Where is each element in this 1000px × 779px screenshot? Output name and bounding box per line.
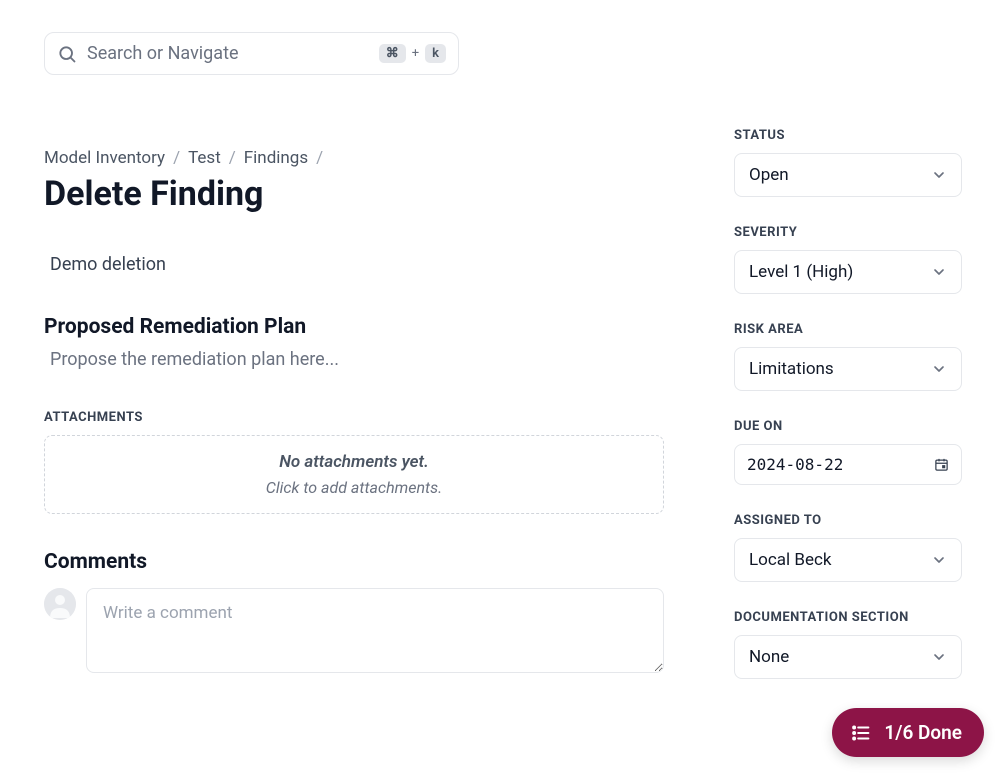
severity-value: Level 1 (High)	[749, 262, 853, 282]
due-on-value: 2024-08-22	[747, 455, 843, 474]
progress-text: 1/6 Done	[884, 721, 962, 744]
due-on-input[interactable]: 2024-08-22	[734, 444, 962, 485]
finding-description[interactable]: Demo deletion	[50, 254, 664, 275]
risk-area-value: Limitations	[749, 359, 834, 379]
chevron-down-icon	[931, 361, 947, 377]
search-placeholder: Search or Navigate	[87, 43, 369, 64]
documentation-section-select[interactable]: None	[734, 635, 962, 679]
attachments-dropzone[interactable]: No attachments yet. Click to add attachm…	[44, 435, 664, 514]
status-value: Open	[749, 165, 789, 185]
chevron-down-icon	[931, 264, 947, 280]
risk-area-label: RISK AREA	[734, 322, 962, 337]
breadcrumb-link[interactable]: Test	[188, 148, 221, 168]
progress-badge[interactable]: 1/6 Done	[832, 708, 984, 757]
status-select[interactable]: Open	[734, 153, 962, 197]
assigned-to-value: Local Beck	[749, 550, 831, 570]
calendar-icon	[934, 457, 949, 472]
assigned-to-label: ASSIGNED TO	[734, 513, 962, 528]
avatar	[44, 588, 76, 620]
list-icon	[850, 722, 872, 744]
breadcrumb-link[interactable]: Findings	[244, 148, 308, 168]
page-title: Delete Finding	[44, 174, 664, 214]
attachments-label: ATTACHMENTS	[44, 410, 664, 425]
chevron-down-icon	[931, 167, 947, 183]
remediation-input[interactable]: Propose the remediation plan here...	[50, 349, 664, 370]
remediation-heading: Proposed Remediation Plan	[44, 315, 664, 339]
due-on-label: DUE ON	[734, 419, 962, 434]
comment-textarea[interactable]	[86, 588, 664, 673]
breadcrumb: Model Inventory / Test / Findings /	[44, 148, 664, 168]
breadcrumb-link[interactable]: Model Inventory	[44, 148, 165, 168]
attachments-hint: Click to add attachments.	[57, 478, 651, 497]
risk-area-select[interactable]: Limitations	[734, 347, 962, 391]
assigned-to-select[interactable]: Local Beck	[734, 538, 962, 582]
severity-select[interactable]: Level 1 (High)	[734, 250, 962, 294]
attachments-empty-text: No attachments yet.	[57, 452, 651, 472]
chevron-down-icon	[931, 552, 947, 568]
chevron-down-icon	[931, 649, 947, 665]
severity-label: SEVERITY	[734, 225, 962, 240]
search-icon	[57, 44, 77, 64]
search-input[interactable]: Search or Navigate ⌘ + k	[44, 32, 459, 75]
comments-heading: Comments	[44, 550, 664, 574]
keyboard-shortcut: ⌘ + k	[379, 44, 446, 63]
status-label: STATUS	[734, 128, 962, 143]
documentation-section-value: None	[749, 647, 789, 667]
documentation-section-label: DOCUMENTATION SECTION	[734, 610, 962, 625]
